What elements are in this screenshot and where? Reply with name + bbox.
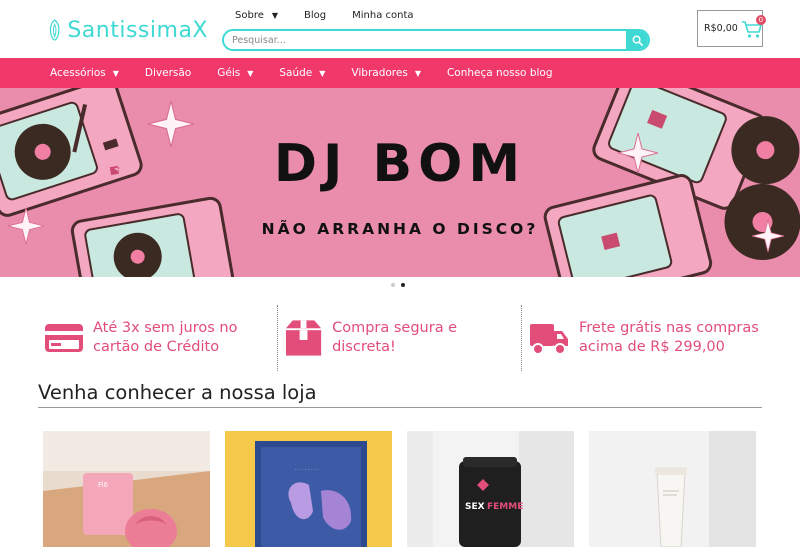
feature-installments: Até 3x sem juros no cartão de Crédito xyxy=(38,305,277,371)
topnav-item-minha-conta[interactable]: Minha conta xyxy=(352,10,413,21)
svg-text:SEX: SEX xyxy=(465,502,485,512)
shopping-cart-icon: 0 xyxy=(741,14,766,40)
feature-line: acima de R$ 299,00 xyxy=(579,339,725,355)
logo-mark-icon xyxy=(49,19,60,41)
topnav-item-sobre[interactable]: Sobre ▼ xyxy=(235,10,278,21)
site-logo[interactable]: SantissimaX xyxy=(48,8,208,52)
main-menu: Acessórios ▼ Diversão Géis ▼ Saúde ▼ Vib… xyxy=(0,58,800,88)
menu-item-label: Conheça nosso blog xyxy=(446,67,553,79)
feature-line: cartão de Crédito xyxy=(93,339,220,355)
feature-line: Frete grátis nas compras xyxy=(579,320,759,336)
product-card[interactable]: SEX FEMME xyxy=(407,431,574,547)
topnav-label: Sobre xyxy=(235,10,264,21)
svg-text:· · · · · · · ·: · · · · · · · · xyxy=(295,467,319,473)
cart-total: R$0,00 xyxy=(704,23,738,34)
features-bar: Até 3x sem juros no cartão de Crédito Co… xyxy=(38,305,762,371)
search-input[interactable] xyxy=(224,31,626,49)
delivery-truck-icon xyxy=(530,324,568,355)
cart-count-badge: 0 xyxy=(755,14,766,25)
feature-text: Compra segura e discreta! xyxy=(332,319,521,357)
menu-item-label: Saúde xyxy=(279,67,313,79)
feature-text: Frete grátis nas compras acima de R$ 299… xyxy=(579,319,759,357)
slider-dot[interactable] xyxy=(391,283,395,287)
menu-item-vibradores[interactable]: Vibradores ▼ xyxy=(351,67,421,79)
site-header: SantissimaX Sobre ▼ Blog Minha conta R$0… xyxy=(0,0,800,58)
credit-card-icon xyxy=(45,324,83,352)
product-card[interactable]: · · · · · · · · xyxy=(225,431,392,547)
menu-item-label: Vibradores xyxy=(351,67,408,79)
section-divider xyxy=(38,407,762,408)
menu-item-diversao[interactable]: Diversão xyxy=(145,67,191,79)
menu-item-acessorios[interactable]: Acessórios ▼ xyxy=(50,67,119,79)
banner-title: DJ BOM xyxy=(273,134,527,194)
caret-down-icon: ▼ xyxy=(271,11,279,20)
svg-text:FEMME: FEMME xyxy=(487,502,523,512)
cart-button[interactable]: R$0,00 0 xyxy=(697,10,766,47)
feature-secure-purchase: Compra segura e discreta! xyxy=(278,305,521,371)
topnav-item-blog[interactable]: Blog xyxy=(304,10,326,21)
section-title: Venha conhecer a nossa loja xyxy=(38,381,317,404)
menu-item-label: Géis xyxy=(217,67,241,79)
caret-down-icon: ▼ xyxy=(319,68,326,78)
search-bar xyxy=(222,29,650,51)
search-button[interactable] xyxy=(626,31,648,49)
slider-dot-active[interactable] xyxy=(401,283,405,287)
top-navigation: Sobre ▼ Blog Minha conta xyxy=(235,10,440,21)
product-grid: Fiō · · · · · · · · SEX FEMME xyxy=(43,431,758,547)
feature-text: Até 3x sem juros no cartão de Crédito xyxy=(93,319,237,357)
menu-item-blog[interactable]: Conheça nosso blog xyxy=(447,67,553,79)
feature-line: Até 3x sem juros no xyxy=(93,320,238,336)
caret-down-icon: ▼ xyxy=(414,68,421,78)
banner-subtitle: NÃO ARRANHA O DISCO? xyxy=(261,220,539,238)
product-card[interactable]: Fiō xyxy=(43,431,210,547)
slider-dots xyxy=(391,283,405,287)
topnav-label: Blog xyxy=(304,10,327,21)
menu-item-saude[interactable]: Saúde ▼ xyxy=(279,67,325,79)
product-card[interactable] xyxy=(589,431,756,547)
menu-item-label: Diversão xyxy=(144,67,192,79)
cream-tube-photo xyxy=(589,431,756,547)
menu-item-geis[interactable]: Géis ▼ xyxy=(217,67,253,79)
menu-item-label: Acessórios xyxy=(50,67,106,79)
caret-down-icon: ▼ xyxy=(247,68,254,78)
hero-banner[interactable]: DJ BOM NÃO ARRANHA O DISCO? xyxy=(0,88,800,277)
logo-text: SantissimaX xyxy=(67,17,208,43)
svg-text:Fiō: Fiō xyxy=(98,481,108,489)
feature-line: Compra segura e discreta! xyxy=(332,320,458,355)
purple-vibrator-box-photo: · · · · · · · · xyxy=(225,431,392,547)
package-box-icon xyxy=(285,320,322,356)
feature-free-shipping: Frete grátis nas compras acima de R$ 299… xyxy=(522,305,760,371)
caret-down-icon: ▼ xyxy=(112,68,119,78)
topnav-label: Minha conta xyxy=(352,10,414,21)
pink-rose-toy-photo: Fiō xyxy=(43,431,210,547)
sex-femme-supplement-photo: SEX FEMME xyxy=(407,431,574,547)
search-icon xyxy=(632,35,643,46)
